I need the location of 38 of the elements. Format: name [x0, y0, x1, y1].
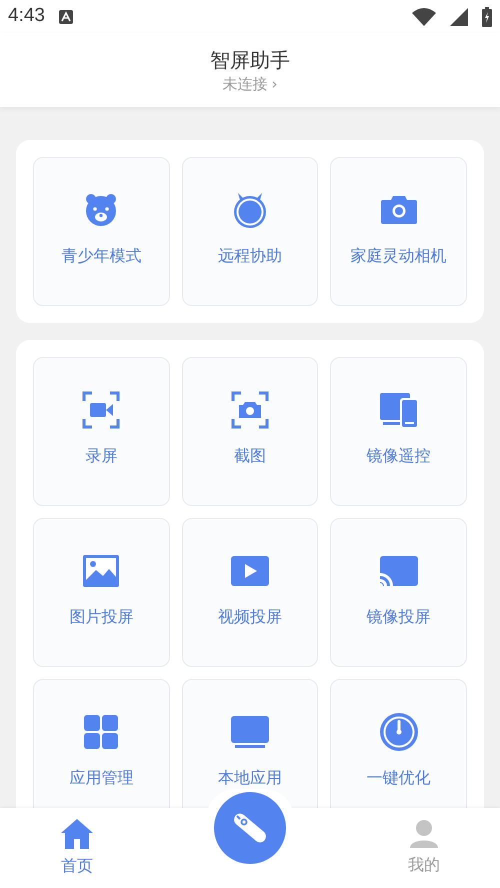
feature-label: 本地应用 — [218, 766, 282, 788]
feature-label: 镜像遥控 — [366, 444, 431, 466]
feature-label: 家庭灵动相机 — [350, 244, 447, 266]
connection-status-link[interactable]: 未连接 › — [222, 74, 278, 94]
feature-label: 一键优化 — [366, 766, 431, 788]
feature-tile[interactable]: 家庭灵动相机 — [330, 157, 467, 306]
feature-label: 应用管理 — [69, 766, 134, 788]
status-time: 4:43 — [8, 4, 45, 28]
wifi-icon — [412, 8, 436, 26]
feature-label: 截图 — [234, 444, 266, 466]
home-icon — [60, 818, 94, 850]
app-title: 智屏助手 — [210, 47, 290, 74]
feature-label: 远程协助 — [218, 244, 282, 266]
feature-tile[interactable]: 镜像遥控 — [330, 357, 467, 506]
feature-tile[interactable]: 图片投屏 — [33, 518, 170, 667]
video-record-icon — [81, 390, 122, 430]
feature-tile[interactable]: 青少年模式 — [33, 157, 170, 306]
feature-label: 青少年模式 — [61, 244, 142, 266]
nav-tab[interactable]: 我的 — [408, 819, 440, 877]
feature-tile[interactable]: 远程协助 — [182, 157, 318, 306]
feature-tile[interactable]: 录屏 — [33, 357, 170, 506]
feature-tile[interactable]: 本地应用 — [182, 679, 318, 808]
feature-tile[interactable]: 镜像投屏 — [330, 518, 467, 667]
feature-tile[interactable]: 视频投屏 — [182, 518, 318, 667]
notification-icon — [58, 10, 73, 24]
nav-tab[interactable]: 首页 — [60, 818, 94, 878]
feature-label: 录屏 — [85, 444, 118, 466]
feature-label: 图片投屏 — [69, 606, 134, 628]
battery-icon — [482, 6, 492, 26]
signal-icon — [450, 8, 468, 26]
feature-label: 视频投屏 — [218, 606, 282, 628]
person-icon — [410, 819, 438, 849]
feature-tile[interactable]: 应用管理 — [33, 679, 170, 808]
gauge-icon — [378, 712, 419, 752]
feature-label: 镜像投屏 — [366, 606, 431, 628]
screenshot-icon — [230, 390, 270, 430]
feature-tile[interactable]: 截图 — [182, 357, 318, 506]
feature-tile[interactable]: 一键优化 — [330, 679, 467, 808]
